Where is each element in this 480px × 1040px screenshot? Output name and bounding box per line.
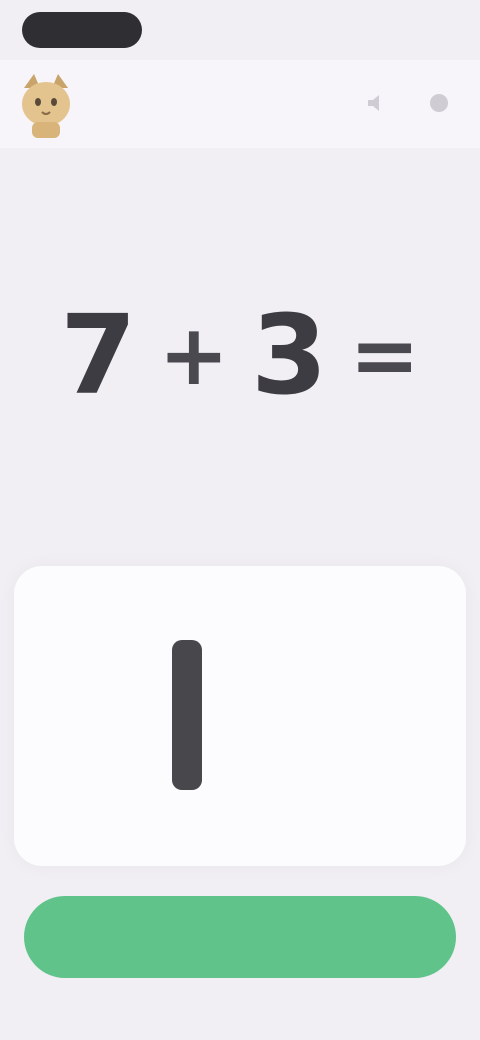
- app-screen: 7 + 3 = 1: [0, 0, 480, 1040]
- volume-icon[interactable]: [360, 86, 394, 120]
- answer-input-card[interactable]: [14, 566, 466, 866]
- status-bar-pill: [22, 12, 142, 48]
- cat-mascot-icon: [14, 70, 78, 140]
- equation-operator: +: [158, 306, 229, 404]
- math-equation: 7 + 3 =: [0, 280, 480, 430]
- app-header: [0, 60, 480, 148]
- menu-icon[interactable]: [422, 86, 456, 120]
- check-answer-button[interactable]: [24, 896, 456, 978]
- header-title: [118, 90, 338, 114]
- equation-left-operand: 7: [60, 291, 137, 419]
- equation-right-operand: 3: [251, 291, 328, 419]
- answer-value-one: [172, 640, 202, 790]
- equation-equals-sign: =: [349, 306, 420, 404]
